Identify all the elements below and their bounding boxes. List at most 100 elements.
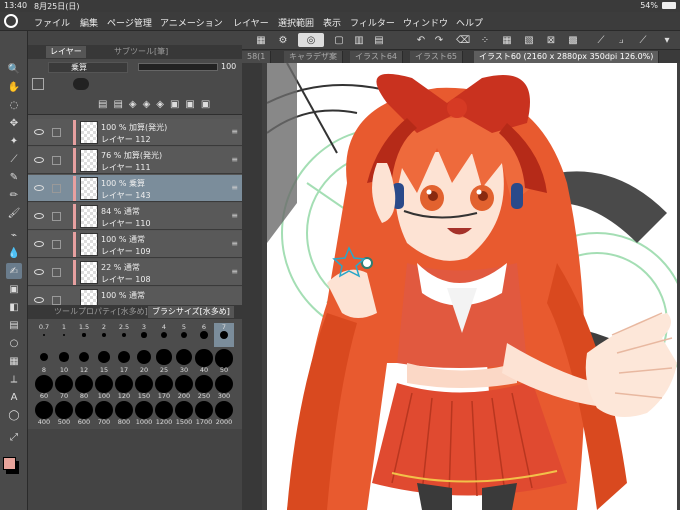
- menu-help[interactable]: ヘルプ: [456, 16, 483, 29]
- list-item[interactable]: 100 % 通常: [28, 287, 242, 305]
- brush-size-option[interactable]: 15: [94, 349, 114, 374]
- menu-edit[interactable]: 編集: [80, 16, 98, 29]
- brush-size-option[interactable]: 17: [114, 349, 134, 374]
- brush-size-option[interactable]: 60: [34, 375, 54, 400]
- brush-size-option[interactable]: 2: [94, 323, 114, 347]
- menu-icon[interactable]: ≡: [231, 267, 238, 276]
- wand-icon[interactable]: ✦: [6, 133, 22, 149]
- brush-size-option[interactable]: 7: [214, 323, 234, 347]
- settings-icon[interactable]: ⚙: [276, 33, 290, 47]
- list-item[interactable]: 100 % 加算(発光) レイヤー 112 ≡: [28, 119, 242, 146]
- tab-layer[interactable]: レイヤー: [46, 46, 86, 58]
- brush-size-option[interactable]: 6: [194, 323, 214, 347]
- checkbox[interactable]: [52, 268, 61, 277]
- app-logo-icon[interactable]: [4, 14, 18, 28]
- tab-sub-tool[interactable]: サブツール[筆]: [110, 46, 172, 58]
- figure-icon[interactable]: ○: [6, 335, 22, 351]
- list-item[interactable]: 76 % 加算(発光) レイヤー 111 ≡: [28, 147, 242, 174]
- hand-icon[interactable]: ✋: [6, 79, 22, 95]
- select-all-icon[interactable]: ⁘: [478, 33, 492, 47]
- eye-icon[interactable]: [34, 269, 44, 275]
- tab-tool-property[interactable]: ツールプロパティ[水多め]: [50, 306, 152, 318]
- canvas-artwork[interactable]: [267, 63, 677, 510]
- fill-icon[interactable]: ▣: [6, 281, 22, 297]
- airbrush-icon[interactable]: ⌁: [6, 227, 22, 243]
- redo-icon[interactable]: ↷: [432, 33, 446, 47]
- brush-size-option[interactable]: 120: [114, 375, 134, 400]
- brush-size-option[interactable]: 25: [154, 349, 174, 374]
- opacity-slider[interactable]: [138, 63, 218, 71]
- list-item[interactable]: 100 % 通常 レイヤー 109 ≡: [28, 231, 242, 258]
- brush-size-option[interactable]: 300: [214, 375, 234, 400]
- brush-size-option[interactable]: 0.7: [34, 323, 54, 347]
- brush-size-option[interactable]: 2000: [214, 401, 234, 426]
- brush-size-option[interactable]: 200: [174, 375, 194, 400]
- modify-icon[interactable]: ◎: [298, 33, 324, 47]
- eye-icon[interactable]: [34, 185, 44, 191]
- eraser-icon[interactable]: ◧: [6, 299, 22, 315]
- brush-size-option[interactable]: 500: [54, 401, 74, 426]
- frame-icon[interactable]: ▦: [6, 353, 22, 369]
- watercolor-brush-icon[interactable]: ✍: [6, 263, 22, 279]
- perspective-icon[interactable]: ⟋: [636, 33, 650, 47]
- checkbox[interactable]: [52, 156, 61, 165]
- menu-file[interactable]: ファイル: [34, 16, 70, 29]
- new-doc-icon[interactable]: ▢: [332, 33, 346, 47]
- tab-document[interactable]: 58(1: [242, 51, 272, 63]
- brush-size-option[interactable]: 70: [54, 375, 74, 400]
- brush-size-option[interactable]: 2.5: [114, 323, 134, 347]
- menu-page[interactable]: ページ管理: [107, 16, 152, 29]
- save-icon[interactable]: ▤: [372, 33, 386, 47]
- list-item[interactable]: 100 % 乗算 レイヤー 143 ≡: [28, 175, 242, 202]
- pen-icon[interactable]: ✎: [6, 169, 22, 185]
- blend-icon[interactable]: 💧: [6, 245, 22, 261]
- brush-size-option[interactable]: 1: [54, 323, 74, 347]
- menu-icon[interactable]: ≡: [231, 239, 238, 248]
- snap-icon[interactable]: ⟋: [594, 33, 608, 47]
- menu-icon[interactable]: ≡: [231, 183, 238, 192]
- checkbox[interactable]: [52, 240, 61, 249]
- brush-size-option[interactable]: 700: [94, 401, 114, 426]
- brush-size-option[interactable]: 10: [54, 349, 74, 374]
- tab-brush-size[interactable]: ブラシサイズ[水多め]: [148, 306, 234, 318]
- layer-mode-icon[interactable]: [73, 78, 89, 90]
- brush-size-option[interactable]: 40: [194, 349, 214, 374]
- checkbox[interactable]: [52, 296, 61, 305]
- grid-icon[interactable]: ▦: [254, 33, 268, 47]
- brush-icon[interactable]: 🖌: [6, 205, 22, 221]
- balloon-icon[interactable]: ◯: [6, 407, 22, 423]
- ruler-icon[interactable]: ⟂: [6, 371, 22, 387]
- menu-icon[interactable]: ≡: [231, 155, 238, 164]
- brush-size-option[interactable]: 12: [74, 349, 94, 374]
- pencil-icon[interactable]: ✏: [6, 187, 22, 203]
- blend-mode-select[interactable]: 乗算: [48, 62, 128, 73]
- tab-document[interactable]: イラスト65: [410, 51, 464, 63]
- invert-icon[interactable]: ▧: [522, 33, 536, 47]
- menu-icon[interactable]: ≡: [231, 211, 238, 220]
- brush-size-option[interactable]: 5: [174, 323, 194, 347]
- brush-size-option[interactable]: 1000: [134, 401, 154, 426]
- ruler-snap-icon[interactable]: ⟓: [614, 33, 628, 47]
- menu-view[interactable]: 表示: [323, 16, 341, 29]
- brush-size-option[interactable]: 150: [134, 375, 154, 400]
- brush-size-option[interactable]: 4: [154, 323, 174, 347]
- brush-size-option[interactable]: 170: [154, 375, 174, 400]
- brush-size-option[interactable]: 100: [94, 375, 114, 400]
- tab-document-active[interactable]: イラスト60 (2160 x 2880px 350dpi 126.0%): [474, 51, 660, 63]
- menu-layer[interactable]: レイヤー: [233, 16, 269, 29]
- brush-size-option[interactable]: 400: [34, 401, 54, 426]
- line-correction-icon[interactable]: ⤢: [6, 429, 22, 445]
- clear-icon[interactable]: ⌫: [456, 33, 470, 47]
- move-icon[interactable]: ✥: [6, 115, 22, 131]
- menu-icon[interactable]: ≡: [231, 127, 238, 136]
- tab-document[interactable]: キャラデザ案: [284, 51, 343, 63]
- brush-size-option[interactable]: 1500: [174, 401, 194, 426]
- brush-size-option[interactable]: 1.5: [74, 323, 94, 347]
- eye-icon[interactable]: [34, 213, 44, 219]
- fill-selection-icon[interactable]: ▩: [566, 33, 580, 47]
- list-item[interactable]: 84 % 通常 レイヤー 110 ≡: [28, 203, 242, 230]
- layer-color-icon[interactable]: [32, 78, 44, 90]
- menu-animation[interactable]: アニメーション: [160, 16, 223, 29]
- layer-actions-icon[interactable]: ▤▤◈◈◈▣▣▣: [98, 99, 228, 111]
- brush-size-option[interactable]: 50: [214, 349, 234, 374]
